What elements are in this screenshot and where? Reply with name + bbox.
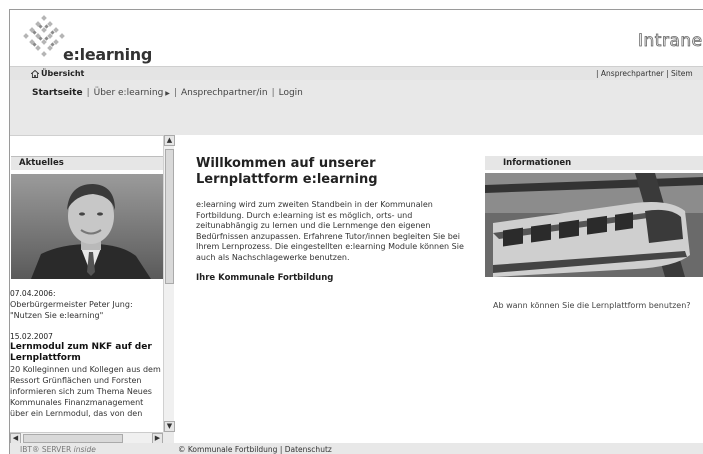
page-footer: IBT® SERVER inside © Kommunale Fortbildu… (10, 443, 703, 454)
info-heading: Informationen (485, 156, 703, 170)
page-title: Willkommen auf unserer Lernplattform e:l… (196, 156, 378, 187)
news-horizontal-scrollbar[interactable]: ◀ ▶ (10, 432, 164, 444)
scroll-thumb[interactable] (165, 149, 174, 284)
news-list: 07.04.2006: Oberbürgermeister Peter Jung… (10, 288, 163, 429)
main-content: Willkommen auf unserer Lernplattform e:l… (196, 156, 472, 283)
overview-label: Übersicht (41, 69, 85, 78)
intranet-title: Intrane (638, 31, 703, 52)
news-vertical-scrollbar[interactable]: ▲ ▼ (163, 135, 175, 432)
news-heading: Aktuelles (11, 156, 163, 170)
scroll-up-button[interactable]: ▲ (164, 135, 175, 146)
scroll-down-button[interactable]: ▼ (164, 421, 175, 432)
news-frame: Aktuelles 07.04.2006: Oberbürgermeister … (10, 135, 175, 445)
news-date: 07.04.2006: (10, 289, 56, 298)
server-badge-prefix: IBT® SERVER (20, 445, 72, 454)
top-margin (0, 0, 703, 9)
news-text: 20 Kolleginnen und Kollegen aus dem Ress… (10, 365, 161, 418)
logo-text[interactable]: e:learning (63, 45, 152, 64)
site-header: e:learning Intrane (10, 10, 703, 66)
news-item: 15.02.2007 Lernmodul zum NKF auf der Ler… (10, 331, 163, 419)
info-link[interactable]: Ab wann können Sie die Lernplattform ben… (493, 300, 693, 311)
news-item: 07.04.2006: Oberbürgermeister Peter Jung… (10, 288, 163, 321)
main-nav: Startseite | Über e:learning ▶ | Ansprec… (32, 88, 303, 98)
utility-bar: Übersicht | Ansprechpartner | Sitem (10, 66, 703, 80)
home-icon (31, 69, 39, 78)
scrollbar-corner (163, 432, 174, 443)
scroll-thumb[interactable] (23, 434, 123, 443)
suspension-railway-image (485, 173, 703, 277)
nav-separator: | (271, 88, 275, 98)
browser-page: e:learning Intrane Übersicht | Ansprechp… (0, 0, 703, 454)
section-subheading: Ihre Kommunale Fortbildung (196, 273, 334, 283)
news-link[interactable]: Oberbürgermeister Peter Jung: "Nutzen Si… (10, 299, 163, 321)
server-badge-suffix: inside (73, 445, 96, 454)
submenu-arrow-icon: ▶ (165, 89, 170, 97)
news-date: 15.02.2007 (10, 332, 53, 341)
server-badge: IBT® SERVER inside (20, 445, 96, 454)
main-navigation-bar: Startseite | Über e:learning ▶ | Ansprec… (10, 80, 703, 135)
nav-item-login[interactable]: Login (279, 88, 303, 98)
nav-item-startseite[interactable]: Startseite (32, 88, 83, 98)
utility-links[interactable]: | Ansprechpartner | Sitem (596, 67, 693, 80)
mayor-portrait-image (11, 174, 163, 279)
news-title[interactable]: Lernmodul zum NKF auf der Lernplattform (10, 342, 163, 364)
welcome-text: e:learning wird zum zweiten Standbein in… (196, 200, 464, 262)
footer-links[interactable]: © Kommunale Fortbildung | Datenschutz (178, 445, 332, 454)
nav-separator: | (86, 88, 90, 98)
nav-item-ansprechpartner[interactable]: Ansprechpartner/in (181, 88, 268, 98)
overview-link[interactable]: Übersicht (31, 67, 84, 80)
nav-separator: | (173, 88, 177, 98)
nav-item-ueber-elearning[interactable]: Über e:learning (94, 88, 164, 98)
